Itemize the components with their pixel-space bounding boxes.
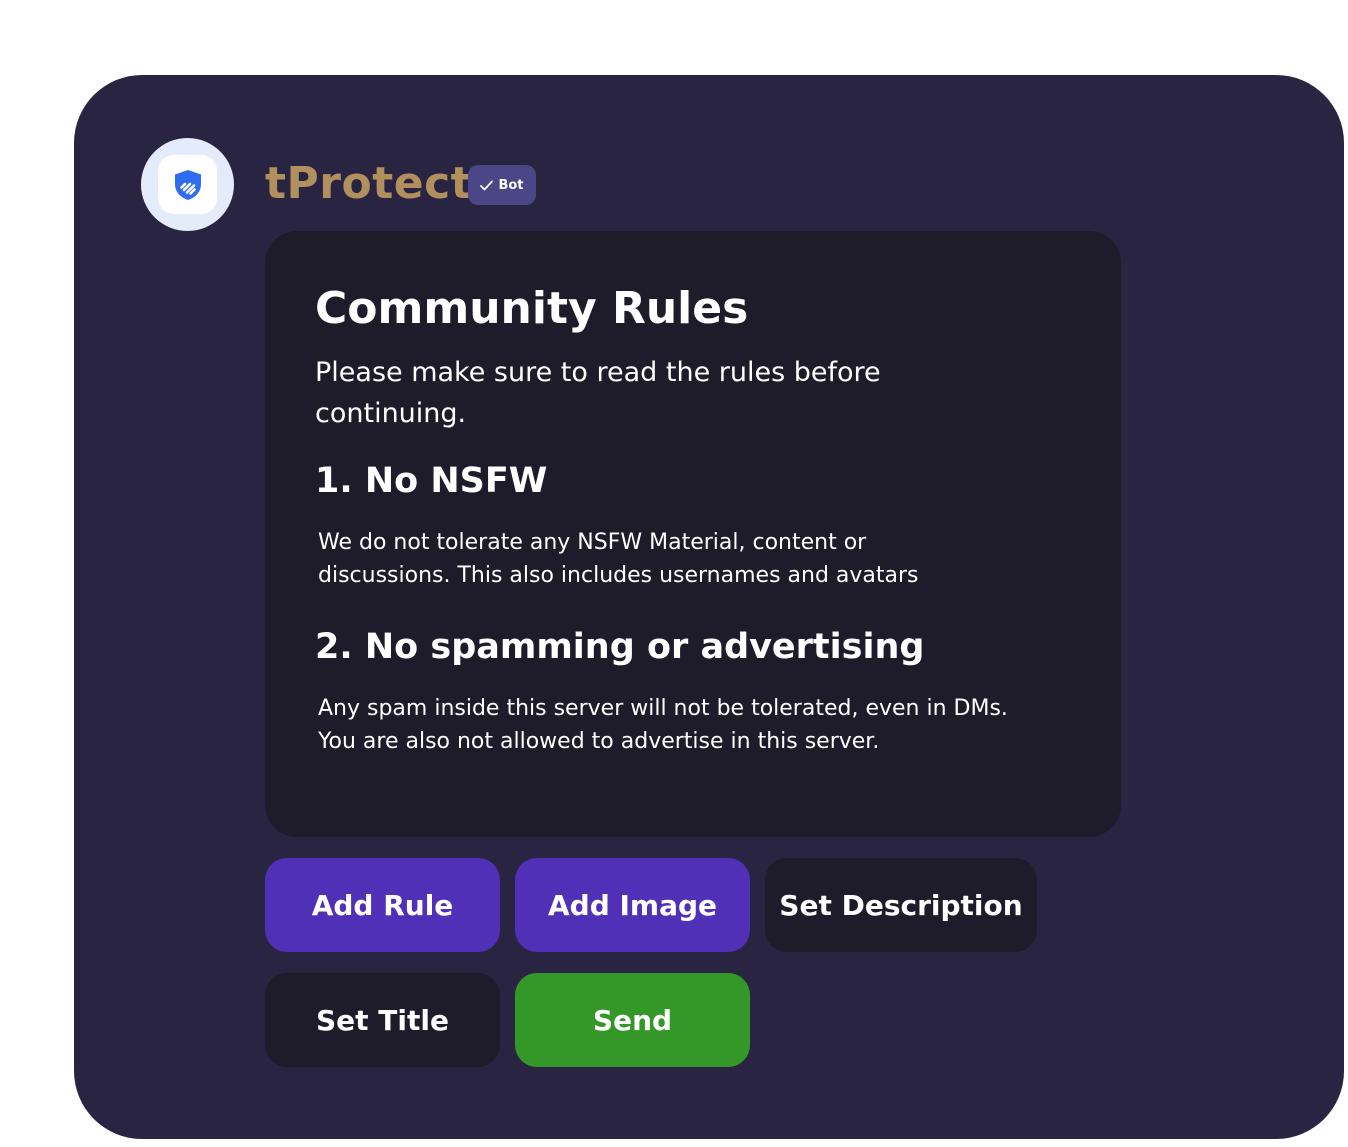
- send-button[interactable]: Send: [515, 973, 750, 1067]
- bot-badge-label: Bot: [498, 177, 524, 193]
- set-description-button[interactable]: Set Description: [765, 858, 1037, 952]
- bot-username[interactable]: tProtect: [265, 155, 472, 213]
- bot-badge: Bot: [468, 165, 536, 205]
- rule-1-title: 1. No NSFW: [315, 461, 548, 501]
- checkmark-icon: [480, 180, 494, 190]
- rule-2-title: 2. No spamming or advertising: [315, 627, 925, 667]
- embed-description: Please make sure to read the rules befor…: [315, 357, 881, 429]
- rule-2-text-line: Any spam inside this server will not be …: [318, 696, 1008, 721]
- rule-1-text: We do not tolerate any NSFW Material, co…: [318, 526, 919, 592]
- bot-avatar[interactable]: [141, 138, 234, 231]
- add-rule-button[interactable]: Add Rule: [265, 858, 500, 952]
- shield-icon: [175, 170, 201, 200]
- add-image-button[interactable]: Add Image: [515, 858, 750, 952]
- rule-1-text-line: We do not tolerate any NSFW Material, co…: [318, 530, 867, 555]
- rule-1-text-line: discussions. This also includes username…: [318, 563, 919, 588]
- rule-2-text: Any spam inside this server will not be …: [318, 692, 1008, 758]
- canvas: tProtect Bot Community Rules Please make…: [0, 0, 1348, 1147]
- avatar-app-tile: [158, 155, 217, 214]
- embed-title: Community Rules: [315, 283, 749, 334]
- rule-2-text-line: You are also not allowed to advertise in…: [318, 729, 880, 754]
- set-title-button[interactable]: Set Title: [265, 973, 500, 1067]
- rules-embed: Community Rules Please make sure to read…: [265, 231, 1121, 837]
